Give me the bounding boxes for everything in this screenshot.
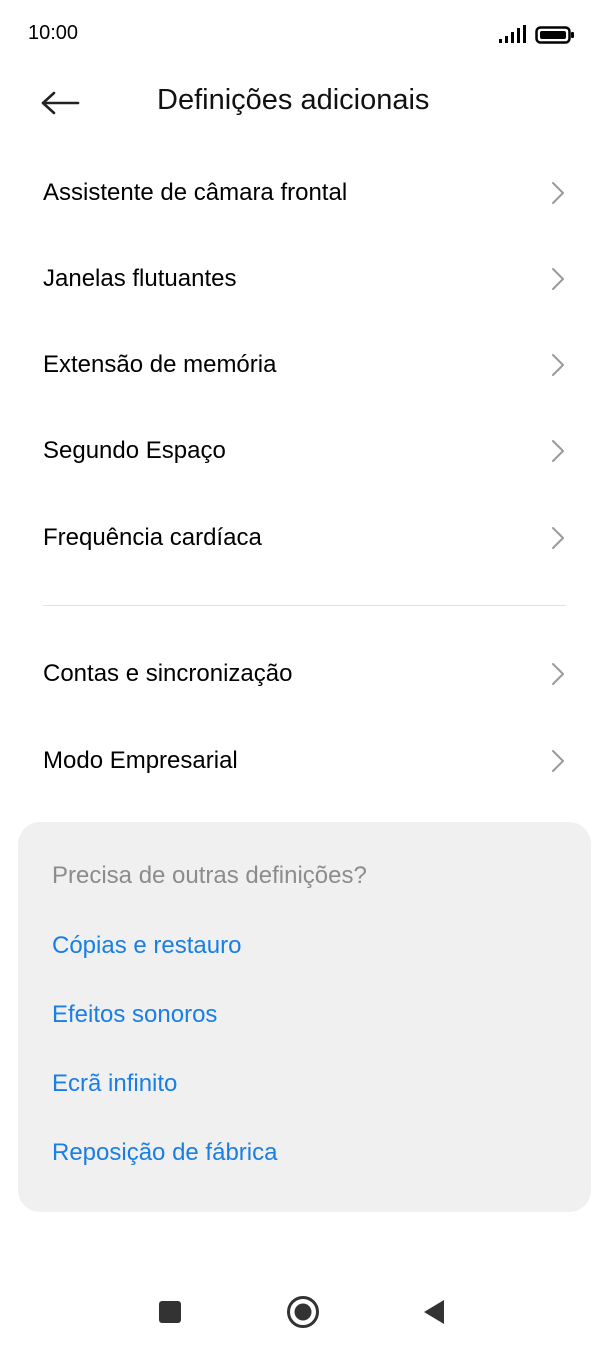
- list-item-accounts-sync[interactable]: Contas e sincronização: [0, 631, 609, 717]
- list-item-label: Frequência cardíaca: [43, 524, 262, 551]
- settings-screen: 10:00 Definições adicionais Assistente d…: [0, 0, 609, 1354]
- suggestion-link-backup-restore[interactable]: Cópias e restauro: [52, 932, 241, 960]
- list-item-memory-extension[interactable]: Extensão de memória: [0, 322, 609, 408]
- list-item-label: Segundo Espaço: [43, 437, 226, 464]
- nav-back-button[interactable]: [412, 1290, 456, 1334]
- suggestions-title: Precisa de outras definições?: [52, 862, 367, 889]
- chevron-right-icon: [552, 527, 564, 549]
- triangle-back-icon: [424, 1300, 444, 1324]
- suggestion-link-factory-reset[interactable]: Reposição de fábrica: [52, 1139, 277, 1167]
- list-item-floating-windows[interactable]: Janelas flutuantes: [0, 236, 609, 322]
- status-time: 10:00: [28, 22, 79, 44]
- signal-bars-icon: [499, 25, 526, 43]
- header: Definições adicionais: [0, 70, 609, 140]
- square-recents-icon: [159, 1301, 181, 1323]
- list-item-second-space[interactable]: Segundo Espaço: [0, 408, 609, 494]
- arrow-left-icon: [41, 91, 80, 115]
- list-item-label: Assistente de câmara frontal: [43, 179, 348, 206]
- chevron-right-icon: [552, 268, 564, 290]
- list-item-label: Contas e sincronização: [43, 660, 293, 687]
- status-bar: 10:00: [0, 0, 609, 70]
- navigation-bar: [0, 1280, 609, 1354]
- home-button[interactable]: [280, 1289, 326, 1335]
- list-item-label: Extensão de memória: [43, 351, 277, 378]
- chevron-right-icon: [552, 750, 564, 772]
- list-item-heart-rate[interactable]: Frequência cardíaca: [0, 495, 609, 581]
- list-item-enterprise-mode[interactable]: Modo Empresarial: [0, 718, 609, 804]
- section-divider: [43, 605, 566, 606]
- list-item-label: Modo Empresarial: [43, 747, 238, 774]
- chevron-right-icon: [552, 440, 564, 462]
- battery-full-icon: [535, 26, 574, 44]
- suggestion-link-infinite-screen[interactable]: Ecrã infinito: [52, 1070, 177, 1098]
- chevron-right-icon: [552, 354, 564, 376]
- page-title: Definições adicionais: [157, 84, 430, 116]
- recents-button[interactable]: [148, 1290, 192, 1334]
- chevron-right-icon: [552, 663, 564, 685]
- list-item-front-camera-assistant[interactable]: Assistente de câmara frontal: [0, 150, 609, 236]
- chevron-right-icon: [552, 182, 564, 204]
- suggestion-link-sound-effects[interactable]: Efeitos sonoros: [52, 1001, 217, 1029]
- suggestions-card: Precisa de outras definições? Cópias e r…: [18, 822, 591, 1212]
- back-button[interactable]: [32, 80, 88, 126]
- list-item-label: Janelas flutuantes: [43, 265, 237, 292]
- circle-home-icon: [287, 1296, 319, 1328]
